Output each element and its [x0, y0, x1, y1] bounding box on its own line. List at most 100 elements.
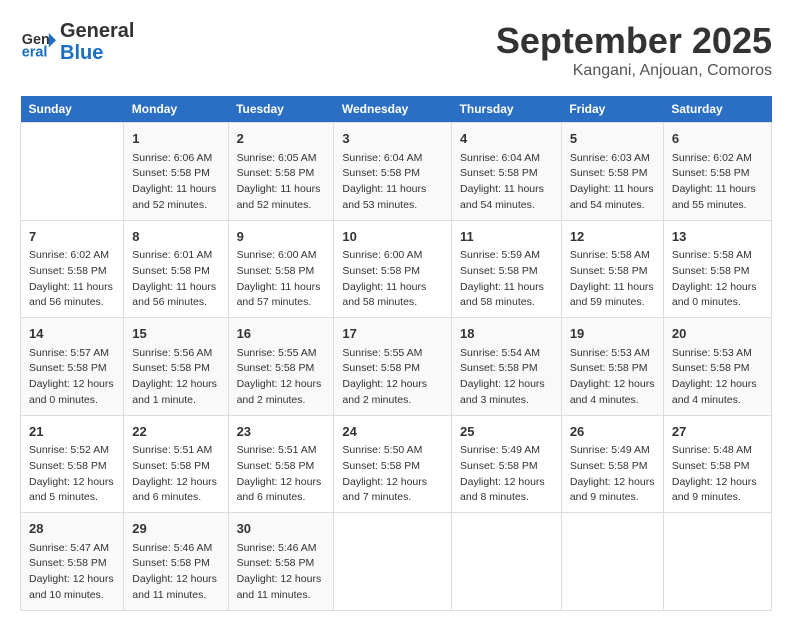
calendar-cell: 5Sunrise: 6:03 AMSunset: 5:58 PMDaylight…: [561, 123, 663, 221]
sunset-text: Sunset: 5:58 PM: [237, 556, 326, 572]
calendar-cell: 2Sunrise: 6:05 AMSunset: 5:58 PMDaylight…: [228, 123, 334, 221]
sunset-text: Sunset: 5:58 PM: [342, 361, 443, 377]
sunrise-text: Sunrise: 6:02 AM: [29, 248, 115, 264]
day-number: 29: [132, 519, 219, 539]
day-number: 6: [672, 129, 763, 149]
calendar-cell: 8Sunrise: 6:01 AMSunset: 5:58 PMDaylight…: [124, 220, 228, 318]
daylight-text: Daylight: 12 hours and 11 minutes.: [132, 572, 219, 604]
sunrise-text: Sunrise: 5:56 AM: [132, 346, 219, 362]
daylight-text: Daylight: 11 hours and 57 minutes.: [237, 280, 326, 312]
daylight-text: Daylight: 12 hours and 3 minutes.: [460, 377, 553, 409]
calendar-cell: 19 Sunrise: 5:53 AMSunset: 5:58 PMDayligh…: [561, 318, 663, 416]
sunset-text: Sunset: 5:58 PM: [29, 264, 115, 280]
sunset-text: Sunset: 5:58 PM: [672, 459, 763, 475]
calendar-cell: 24Sunrise: 5:50 AMSunset: 5:58 PMDayligh…: [334, 415, 452, 513]
calendar-cell: 26Sunrise: 5:49 AMSunset: 5:58 PMDayligh…: [561, 415, 663, 513]
sunrise-text: Sunrise: 6:05 AM: [237, 151, 326, 167]
daylight-text: Daylight: 12 hours and 4 minutes.: [570, 377, 655, 409]
calendar-week-row: 14Sunrise: 5:57 AMSunset: 5:58 PMDayligh…: [21, 318, 772, 416]
weekday-header: Thursday: [452, 96, 562, 123]
sunset-text: Sunset: 5:58 PM: [570, 264, 655, 280]
day-number: 16: [237, 324, 326, 344]
calendar-cell: 25Sunrise: 5:49 AMSunset: 5:58 PMDayligh…: [452, 415, 562, 513]
calendar-week-row: 7Sunrise: 6:02 AMSunset: 5:58 PMDaylight…: [21, 220, 772, 318]
logo-icon: Gen eral: [20, 24, 56, 60]
day-number: 18: [460, 324, 553, 344]
calendar-cell: 4Sunrise: 6:04 AMSunset: 5:58 PMDaylight…: [452, 123, 562, 221]
page-header: Gen eral General Blue September 2025 Kan…: [20, 20, 772, 80]
sunset-text: Sunset: 5:58 PM: [342, 264, 443, 280]
calendar-cell: 15Sunrise: 5:56 AMSunset: 5:58 PMDayligh…: [124, 318, 228, 416]
daylight-text: Daylight: 12 hours and 0 minutes.: [29, 377, 115, 409]
calendar-table: SundayMondayTuesdayWednesdayThursdayFrid…: [20, 96, 772, 611]
svg-text:eral: eral: [22, 44, 48, 60]
calendar-week-row: 28Sunrise: 5:47 AMSunset: 5:58 PMDayligh…: [21, 513, 772, 611]
sunrise-text: Sunrise: 5:49 AM: [570, 443, 655, 459]
day-number: 12: [570, 227, 655, 247]
day-number: 30: [237, 519, 326, 539]
sunset-text: Sunset: 5:58 PM: [460, 361, 553, 377]
sunrise-text: Sunrise: 5:52 AM: [29, 443, 115, 459]
sunset-text: Sunset: 5:58 PM: [132, 264, 219, 280]
day-number: 11: [460, 227, 553, 247]
day-number: 28: [29, 519, 115, 539]
day-number: 3: [342, 129, 443, 149]
calendar-cell: 14Sunrise: 5:57 AMSunset: 5:58 PMDayligh…: [21, 318, 124, 416]
calendar-cell: 30Sunrise: 5:46 AMSunset: 5:58 PMDayligh…: [228, 513, 334, 611]
day-number: 4: [460, 129, 553, 149]
day-number: 24: [342, 422, 443, 442]
logo-line2: Blue: [60, 42, 134, 64]
day-number: 25: [460, 422, 553, 442]
sunset-text: Sunset: 5:58 PM: [672, 264, 763, 280]
sunset-text: Sunset: 5:58 PM: [570, 459, 655, 475]
logo: Gen eral General Blue: [20, 20, 134, 64]
sunrise-text: Sunrise: 5:53 AM: [570, 346, 655, 362]
sunset-text: Sunset: 5:58 PM: [570, 166, 655, 182]
sunrise-text: Sunrise: 5:51 AM: [237, 443, 326, 459]
sunrise-text: Sunrise: 5:58 AM: [570, 248, 655, 264]
daylight-text: Daylight: 11 hours and 56 minutes.: [132, 280, 219, 312]
sunset-text: Sunset: 5:58 PM: [672, 361, 763, 377]
calendar-cell: [21, 123, 124, 221]
daylight-text: Daylight: 11 hours and 55 minutes.: [672, 182, 763, 214]
daylight-text: Daylight: 11 hours and 54 minutes.: [570, 182, 655, 214]
sunset-text: Sunset: 5:58 PM: [342, 459, 443, 475]
weekday-header: Tuesday: [228, 96, 334, 123]
day-number: 22: [132, 422, 219, 442]
daylight-text: Daylight: 12 hours and 2 minutes.: [237, 377, 326, 409]
sunset-text: Sunset: 5:58 PM: [237, 459, 326, 475]
weekday-header: Monday: [124, 96, 228, 123]
sunrise-text: Sunrise: 6:04 AM: [460, 151, 553, 167]
sunset-text: Sunset: 5:58 PM: [570, 361, 655, 377]
daylight-text: Daylight: 11 hours and 58 minutes.: [460, 280, 553, 312]
calendar-cell: 10Sunrise: 6:00 AMSunset: 5:58 PMDayligh…: [334, 220, 452, 318]
day-number: 9: [237, 227, 326, 247]
daylight-text: Daylight: 12 hours and 9 minutes.: [672, 475, 763, 507]
sunset-text: Sunset: 5:58 PM: [460, 264, 553, 280]
calendar-cell: 1Sunrise: 6:06 AMSunset: 5:58 PMDaylight…: [124, 123, 228, 221]
weekday-header: Friday: [561, 96, 663, 123]
daylight-text: Daylight: 12 hours and 10 minutes.: [29, 572, 115, 604]
daylight-text: Daylight: 12 hours and 8 minutes.: [460, 475, 553, 507]
title-block: September 2025 Kangani, Anjouan, Comoros: [496, 20, 772, 80]
day-number: 19: [570, 324, 655, 344]
calendar-cell: 13Sunrise: 5:58 AMSunset: 5:58 PMDayligh…: [663, 220, 771, 318]
sunset-text: Sunset: 5:58 PM: [672, 166, 763, 182]
sunset-text: Sunset: 5:58 PM: [460, 459, 553, 475]
daylight-text: Daylight: 12 hours and 6 minutes.: [237, 475, 326, 507]
calendar-cell: [663, 513, 771, 611]
day-number: 17: [342, 324, 443, 344]
daylight-text: Daylight: 12 hours and 4 minutes.: [672, 377, 763, 409]
day-number: 15: [132, 324, 219, 344]
calendar-cell: 17Sunrise: 5:55 AMSunset: 5:58 PMDayligh…: [334, 318, 452, 416]
sunrise-text: Sunrise: 5:53 AM: [672, 346, 763, 362]
calendar-cell: 23Sunrise: 5:51 AMSunset: 5:58 PMDayligh…: [228, 415, 334, 513]
sunrise-text: Sunrise: 5:46 AM: [132, 541, 219, 557]
day-number: 7: [29, 227, 115, 247]
sunrise-text: Sunrise: 6:04 AM: [342, 151, 443, 167]
daylight-text: Daylight: 12 hours and 7 minutes.: [342, 475, 443, 507]
day-number: 26: [570, 422, 655, 442]
calendar-cell: 18Sunrise: 5:54 AMSunset: 5:58 PMDayligh…: [452, 318, 562, 416]
daylight-text: Daylight: 12 hours and 11 minutes.: [237, 572, 326, 604]
day-number: 8: [132, 227, 219, 247]
